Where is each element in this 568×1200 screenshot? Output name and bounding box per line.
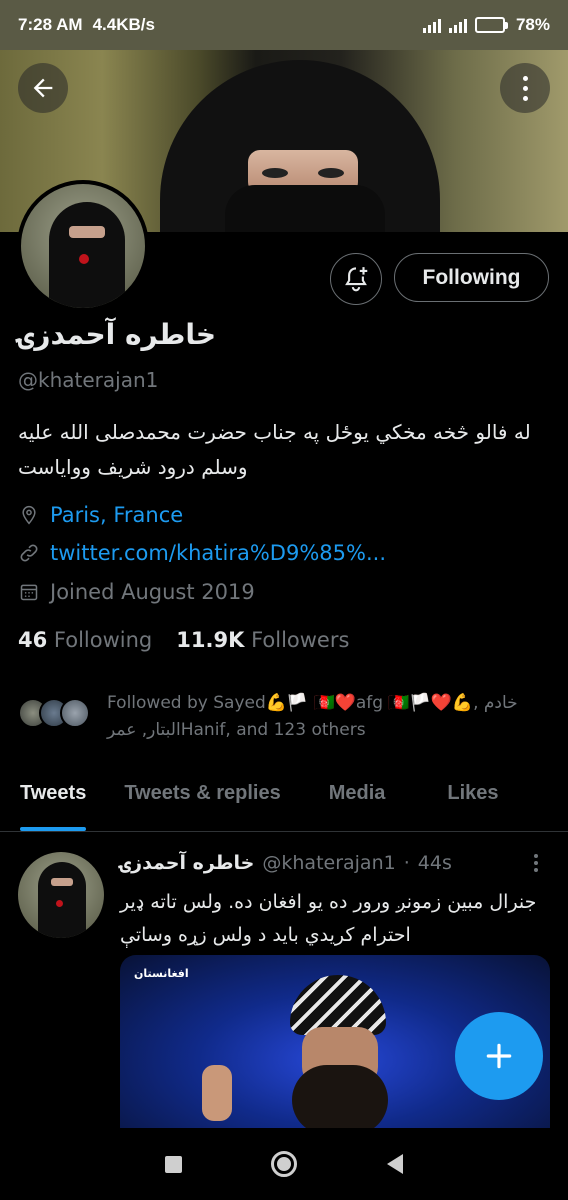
location-row: Paris, France [18, 503, 183, 527]
link-icon [18, 542, 40, 564]
location-text[interactable]: Paris, France [50, 503, 183, 527]
tweet-handle: @khaterajan1 [262, 852, 396, 874]
back-button[interactable] [18, 63, 68, 113]
home-icon[interactable] [271, 1151, 298, 1177]
recent-apps-icon[interactable] [164, 1155, 182, 1173]
more-options-button[interactable] [500, 63, 550, 113]
calendar-icon [18, 581, 40, 603]
avatar [60, 698, 90, 728]
status-bar: 7:28 AM 4.4KB/s 78% [0, 0, 568, 50]
followers-label: Followers [251, 628, 350, 652]
followers-stat[interactable]: 11.9K Followers [176, 628, 349, 652]
follow-stats: 46 Following 11.9K Followers [18, 628, 349, 652]
profile-bio: له فالو څخه مخكي يوځل په جناب حضرت محمدص… [18, 420, 531, 479]
joined-row: Joined August 2019 [18, 580, 255, 604]
followed-by-section[interactable]: Followed by Sayed💪🏳️ 🇦🇫❤️afg 🇦🇫🏳️❤️💪, خا… [18, 690, 537, 744]
battery-icon [474, 17, 508, 33]
network-speed: 4.4KB/s [92, 15, 155, 34]
following-stat[interactable]: 46 Following [18, 628, 152, 652]
website-row: twitter.com/khatira%D9%85%... [18, 541, 386, 565]
battery-unit: % [534, 15, 550, 34]
tweet-more-icon[interactable] [534, 854, 538, 872]
bell-plus-icon [345, 267, 368, 292]
following-count: 46 [18, 628, 48, 652]
signal-icon-2 [448, 17, 467, 33]
media-logo: افغانستان [134, 967, 189, 980]
tweet-author[interactable]: خاطره آحمدزۍ [120, 852, 254, 874]
followed-by-text: Followed by Sayed💪🏳️ 🇦🇫❤️afg 🇦🇫🏳️❤️💪, خا… [107, 693, 518, 740]
system-nav-bar [0, 1128, 568, 1200]
status-time: 7:28 AM [18, 15, 83, 34]
signal-icon [422, 17, 441, 33]
tab-tweets-replies[interactable]: Tweets & replies [124, 762, 280, 831]
following-button[interactable]: Following [394, 253, 549, 302]
tweet-time: 44s [417, 852, 452, 874]
compose-tweet-button[interactable] [455, 1012, 543, 1100]
following-label: Following [53, 628, 153, 652]
battery-percent: 78 [515, 15, 535, 34]
notifications-bell-button[interactable] [330, 253, 382, 305]
profile-tabs: Tweets Tweets & replies Media Likes [0, 762, 568, 832]
plus-icon [486, 1043, 512, 1069]
website-link[interactable]: twitter.com/khatira%D9%85%... [50, 541, 386, 565]
tab-likes[interactable]: Likes [447, 762, 498, 831]
followers-count: 11.9K [176, 628, 245, 652]
location-pin-icon [18, 504, 40, 526]
tweet-avatar[interactable] [18, 852, 104, 938]
tab-media[interactable]: Media [329, 762, 386, 831]
profile-avatar[interactable] [17, 180, 149, 312]
tweet-header: خاطره آحمدزۍ @khaterajan1 · 44s [120, 852, 452, 874]
tweet-text: جنرال مبين زمونږ ورور ده يو افغان ده. ول… [120, 891, 537, 946]
joined-text: Joined August 2019 [50, 580, 255, 604]
profile-handle: @khaterajan1 [18, 368, 159, 392]
back-triangle-icon[interactable] [387, 1154, 404, 1174]
profile-name: خاطره آحمدزۍ [18, 318, 217, 351]
tweet-separator: · [403, 852, 410, 874]
tab-tweets[interactable]: Tweets [20, 762, 87, 831]
more-vertical-icon [522, 75, 528, 101]
follower-avatars [18, 698, 90, 744]
arrow-left-icon [33, 78, 53, 98]
